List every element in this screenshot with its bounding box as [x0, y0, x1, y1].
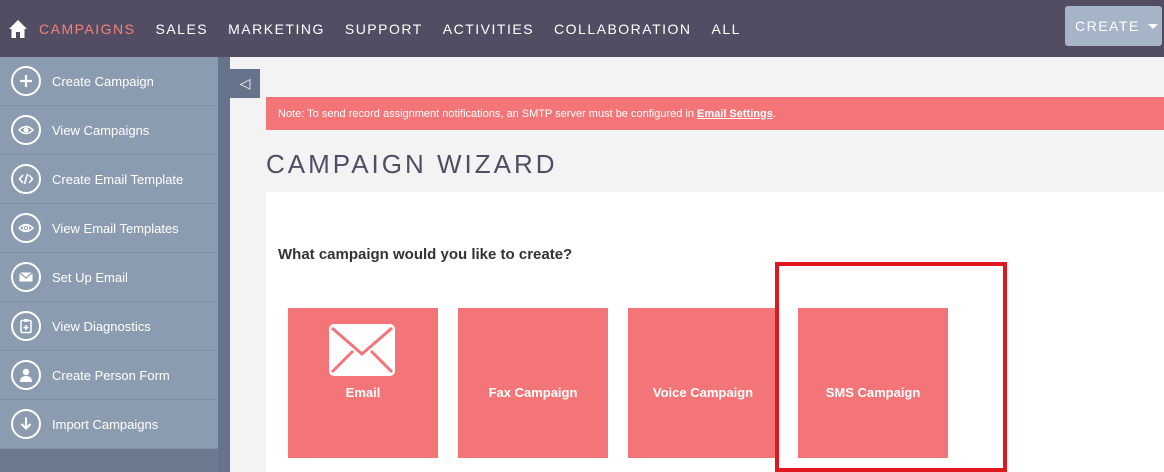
sidebar-item-create-email-template[interactable]: Create Email Template	[0, 155, 218, 204]
sidebar-item-label: Create Person Form	[52, 367, 170, 383]
nav-item-activities[interactable]: ACTIVITIES	[443, 21, 534, 37]
wizard-question: What campaign would you like to create?	[278, 246, 573, 263]
email-campaign-tile[interactable]: Email	[288, 308, 438, 458]
eye-icon	[11, 213, 41, 243]
nav-item-all[interactable]: ALL	[712, 21, 741, 37]
envelope-icon	[329, 324, 395, 376]
sidebar-item-label: Create Email Template	[52, 171, 184, 187]
collapse-sidebar-button[interactable]: ◁	[230, 69, 260, 98]
smtp-notice-banner: Note: To send record assignment notifica…	[266, 97, 1164, 130]
fax-campaign-tile[interactable]: Fax Campaign	[458, 308, 608, 458]
tile-label: Email	[345, 385, 381, 400]
caret-down-icon	[1147, 23, 1158, 29]
sidebar-item-label: Import Campaigns	[52, 416, 159, 432]
tile-label: Voice Campaign	[652, 385, 754, 400]
sidebar-item-label: View Diagnostics	[52, 318, 151, 334]
sidebar-item-label: View Campaigns	[52, 122, 150, 138]
sidebar-item-label: Create Campaign	[52, 73, 154, 89]
sidebar-item-set-up-email[interactable]: Set Up Email	[0, 253, 218, 302]
plus-icon	[11, 66, 41, 96]
email-settings-link[interactable]: Email Settings	[697, 108, 773, 120]
sidebar: Create Campaign View Campaigns Create Em…	[0, 57, 218, 472]
main-nav: CAMPAIGNS SALES MARKETING SUPPORT ACTIVI…	[39, 0, 761, 57]
nav-item-campaigns[interactable]: CAMPAIGNS	[39, 21, 135, 37]
code-icon	[11, 164, 41, 194]
create-button[interactable]: CREATE	[1065, 6, 1162, 46]
sidebar-item-view-campaigns[interactable]: View Campaigns	[0, 106, 218, 155]
sidebar-scrollbar[interactable]	[218, 57, 230, 472]
sidebar-item-create-campaign[interactable]: Create Campaign	[0, 57, 218, 106]
notice-message: Note: To send record assignment notifica…	[278, 107, 698, 120]
download-icon	[11, 409, 41, 439]
nav-item-collaboration[interactable]: COLLABORATION	[554, 21, 692, 37]
sms-campaign-tile[interactable]: SMS Campaign	[798, 308, 948, 458]
triangle-left-icon: ◁	[239, 75, 251, 91]
tile-label: SMS Campaign	[825, 385, 921, 400]
nav-item-support[interactable]: SUPPORT	[345, 21, 423, 37]
notice-end: .	[772, 107, 776, 120]
sidebar-item-create-person-form[interactable]: Create Person Form	[0, 351, 218, 400]
sidebar-item-view-email-templates[interactable]: View Email Templates	[0, 204, 218, 253]
wizard-panel: What campaign would you like to create? …	[266, 192, 1164, 472]
create-button-label: CREATE	[1075, 18, 1140, 34]
home-icon[interactable]	[8, 19, 28, 39]
nav-item-marketing[interactable]: MARKETING	[228, 21, 325, 37]
clipboard-icon	[11, 311, 41, 341]
page-title: CAMPAIGN WIZARD	[266, 149, 558, 179]
envelope-icon	[11, 262, 41, 292]
tile-label: Fax Campaign	[488, 385, 578, 400]
sidebar-item-label: Set Up Email	[52, 269, 128, 285]
eye-icon	[11, 115, 41, 145]
person-icon	[11, 360, 41, 390]
sidebar-item-view-diagnostics[interactable]: View Diagnostics	[0, 302, 218, 351]
nav-item-sales[interactable]: SALES	[155, 21, 208, 37]
sidebar-footer	[0, 449, 218, 472]
voice-campaign-tile[interactable]: Voice Campaign	[628, 308, 778, 458]
notice-text: Note: To send record assignment notifica…	[278, 108, 776, 120]
sidebar-item-import-campaigns[interactable]: Import Campaigns	[0, 400, 218, 449]
sidebar-item-label: View Email Templates	[52, 220, 179, 236]
top-navigation-bar: CAMPAIGNS SALES MARKETING SUPPORT ACTIVI…	[0, 0, 1164, 57]
